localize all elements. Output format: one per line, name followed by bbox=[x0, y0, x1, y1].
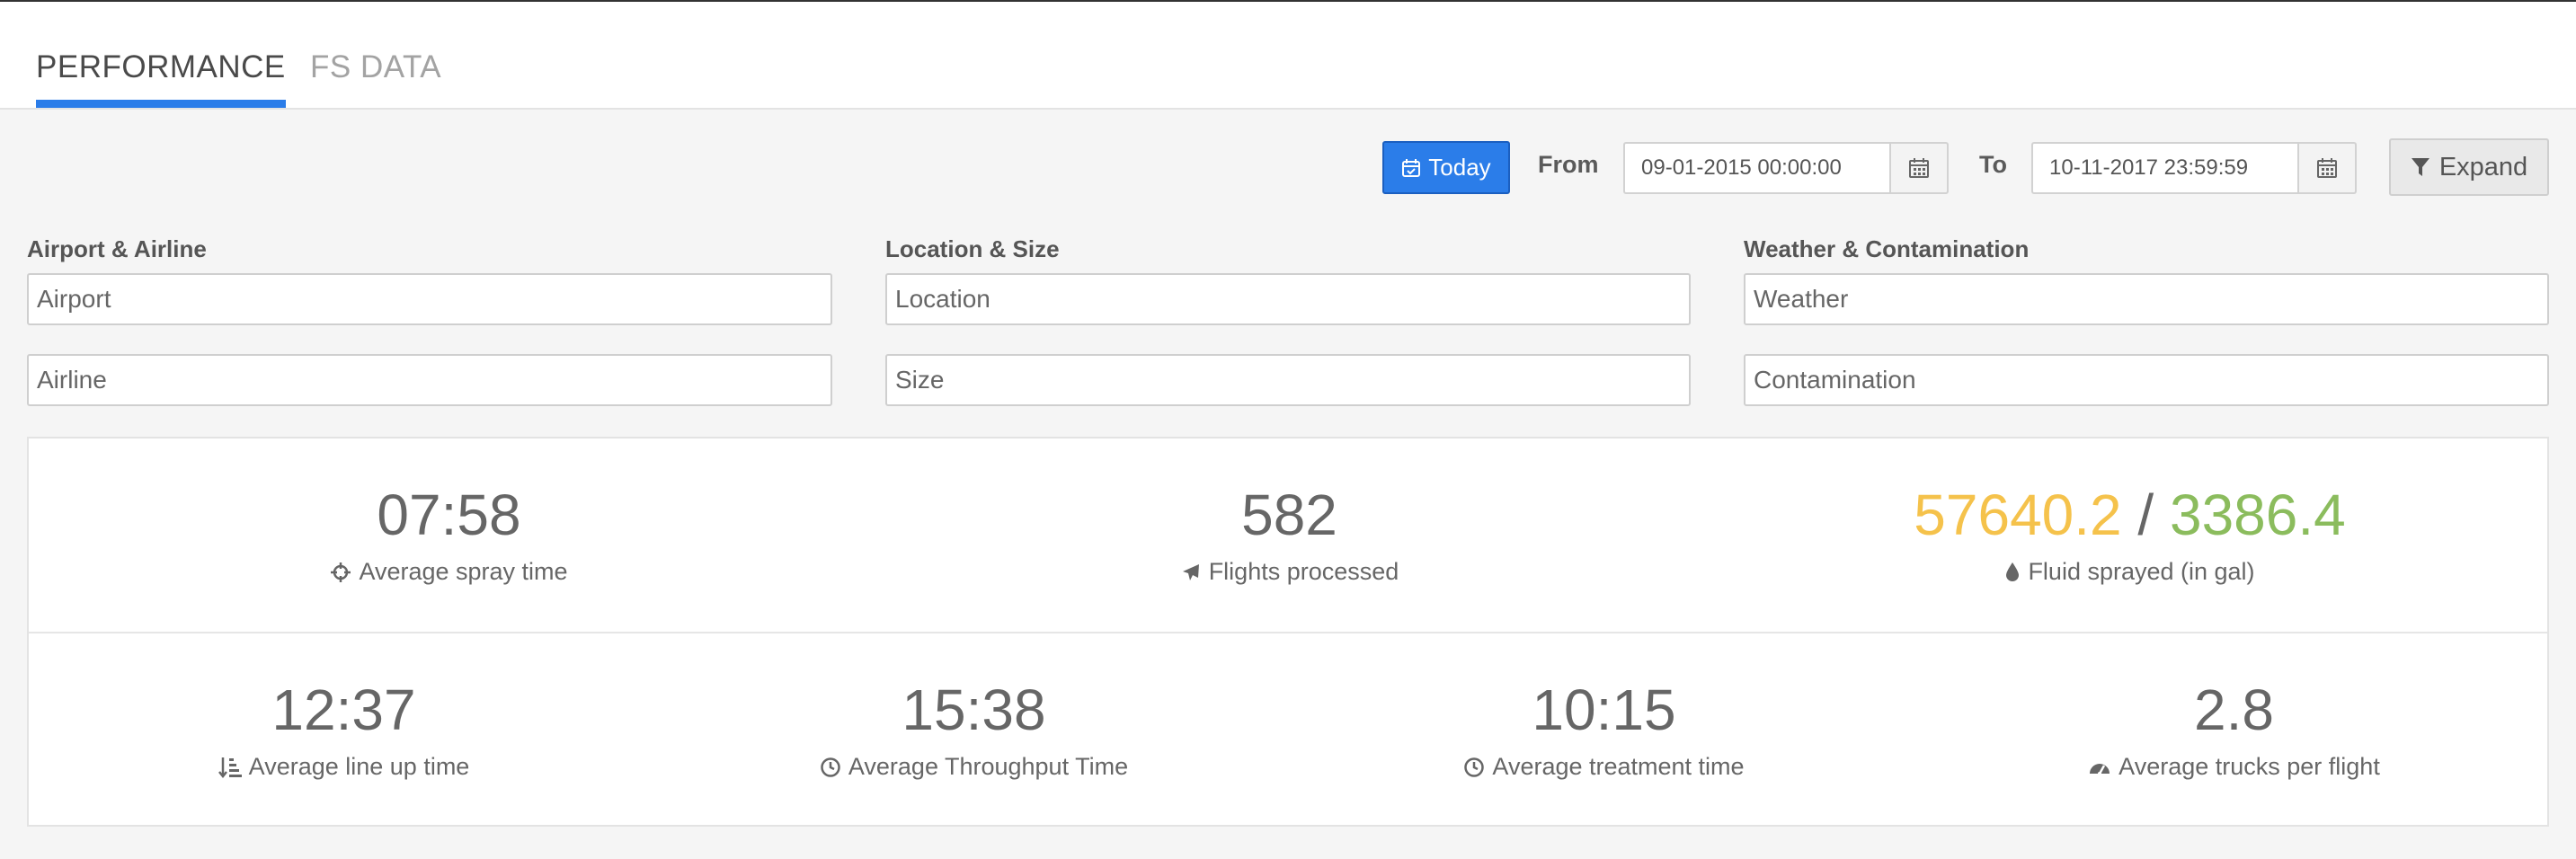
size-input[interactable] bbox=[885, 354, 1691, 406]
weather-input[interactable] bbox=[1744, 273, 2549, 325]
filter-icon bbox=[2411, 156, 2430, 178]
stat-line-up: 12:37 Average line up time bbox=[29, 674, 659, 781]
stat-trucks: 2.8 Average trucks per flight bbox=[1919, 674, 2549, 781]
to-date-input[interactable] bbox=[2031, 142, 2299, 194]
trucks-label: Average trucks per flight bbox=[2119, 753, 2380, 780]
fluid-value-a: 57640.2 bbox=[1914, 483, 2122, 547]
to-label: To bbox=[1979, 151, 2007, 178]
airport-input[interactable] bbox=[27, 273, 832, 325]
treatment-value: 10:15 bbox=[1532, 677, 1676, 742]
weather-contamination-title: Weather & Contamination bbox=[1744, 235, 2030, 262]
today-button-label: Today bbox=[1428, 154, 1491, 181]
droplet-icon bbox=[2004, 562, 2021, 583]
fluid-value-b: 3386.4 bbox=[2169, 483, 2346, 547]
fluid-label: Fluid sprayed (in gal) bbox=[2028, 558, 2255, 585]
from-calendar-button[interactable] bbox=[1891, 142, 1949, 194]
flights-value: 582 bbox=[1241, 483, 1337, 547]
treatment-label: Average treatment time bbox=[1492, 753, 1745, 780]
line-up-label: Average line up time bbox=[248, 753, 470, 780]
stat-treatment: 10:15 Average treatment time bbox=[1289, 674, 1919, 781]
spray-time-label: Average spray time bbox=[359, 558, 568, 585]
spray-time-value: 07:58 bbox=[377, 483, 521, 547]
calendar-icon bbox=[1908, 157, 1930, 179]
to-calendar-button[interactable] bbox=[2299, 142, 2357, 194]
plane-icon bbox=[1180, 562, 1202, 583]
from-date-input[interactable] bbox=[1623, 142, 1891, 194]
stat-flights: 582 Flights processed bbox=[869, 479, 1710, 586]
throughput-value: 15:38 bbox=[902, 677, 1046, 742]
stat-spray-time: 07:58 Average spray time bbox=[29, 479, 869, 586]
sort-amount-icon bbox=[218, 756, 242, 779]
stat-fluid: 57640.2 / 3386.4 Fluid sprayed (in gal) bbox=[1710, 479, 2550, 586]
fluid-separator: / bbox=[2137, 483, 2154, 547]
trucks-value: 2.8 bbox=[2194, 677, 2274, 742]
tab-fs-data[interactable]: FS DATA bbox=[310, 49, 441, 108]
from-label: From bbox=[1538, 151, 1599, 178]
location-input[interactable] bbox=[885, 273, 1691, 325]
clock-icon bbox=[820, 757, 841, 778]
airport-airline-title: Airport & Airline bbox=[27, 235, 207, 262]
airline-input[interactable] bbox=[27, 354, 832, 406]
line-up-value: 12:37 bbox=[271, 677, 416, 742]
stats-panel: 07:58 Average spray time 582 Flights pro… bbox=[27, 437, 2549, 827]
stat-throughput: 15:38 Average Throughput Time bbox=[659, 674, 1289, 781]
tab-performance[interactable]: PERFORMANCE bbox=[36, 49, 286, 108]
calendar-check-icon bbox=[1401, 158, 1421, 178]
calendar-icon bbox=[2316, 157, 2338, 179]
throughput-label: Average Throughput Time bbox=[848, 753, 1129, 780]
expand-button[interactable]: Expand bbox=[2389, 138, 2549, 196]
clock-icon bbox=[1463, 757, 1485, 778]
stats-divider bbox=[29, 632, 2547, 633]
crosshairs-icon bbox=[330, 562, 351, 583]
dashboard-icon bbox=[2088, 757, 2111, 777]
contamination-input[interactable] bbox=[1744, 354, 2549, 406]
expand-button-label: Expand bbox=[2438, 152, 2528, 182]
today-button[interactable]: Today bbox=[1382, 141, 1510, 194]
tab-bar: PERFORMANCE FS DATA bbox=[0, 2, 2576, 110]
location-size-title: Location & Size bbox=[885, 235, 1060, 262]
flights-label: Flights processed bbox=[1208, 558, 1399, 585]
